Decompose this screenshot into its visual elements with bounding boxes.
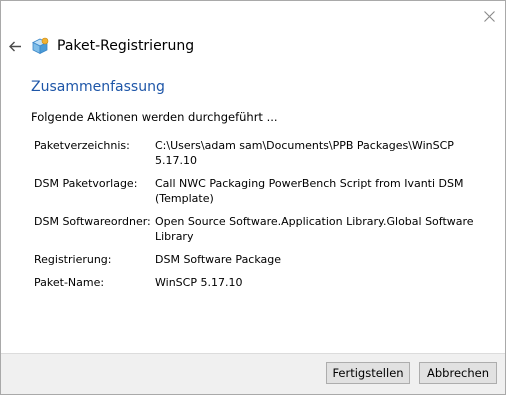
- detail-label: Paket-Name:: [34, 276, 105, 289]
- detail-label: DSM Paketvorlage:: [34, 177, 138, 190]
- intro-text: Folgende Aktionen werden durchgeführt ..…: [31, 110, 278, 124]
- detail-value: Call NWC Packaging PowerBench Script fro…: [155, 177, 464, 205]
- cancel-button[interactable]: Abbrechen: [419, 362, 497, 384]
- detail-value: WinSCP 5.17.10: [155, 276, 243, 289]
- close-button[interactable]: [481, 8, 497, 24]
- section-heading: Zusammenfassung: [31, 79, 165, 95]
- dialog-window: Paket-Registrierung Zusammenfassung Folg…: [0, 0, 506, 395]
- detail-row-package-template: DSM Paketvorlage: Call NWC Packaging Pow…: [34, 176, 474, 206]
- detail-row-software-folder: DSM Softwareordner: Open Source Software…: [34, 214, 474, 244]
- dialog-footer: Fertigstellen Abbrechen: [1, 353, 505, 394]
- detail-label: Registrierung:: [34, 253, 112, 266]
- finish-button[interactable]: Fertigstellen: [326, 362, 410, 384]
- detail-value: C:\Users\adam sam\Documents\PPB Packages…: [155, 139, 454, 167]
- detail-label: DSM Softwareordner:: [34, 215, 151, 228]
- back-arrow-icon: [8, 41, 21, 51]
- window-title: Paket-Registrierung: [57, 38, 195, 54]
- detail-row-package-directory: Paketverzeichnis: C:\Users\adam sam\Docu…: [34, 138, 474, 168]
- detail-value: DSM Software Package: [155, 253, 282, 266]
- detail-row-package-name: Paket-Name: WinSCP 5.17.10: [34, 275, 474, 290]
- dialog-header: Paket-Registrierung: [7, 35, 194, 57]
- close-icon: [483, 10, 495, 22]
- detail-row-registration: Registrierung: DSM Software Package: [34, 252, 474, 267]
- detail-value: Open Source Software.Application Library…: [155, 215, 474, 243]
- back-button[interactable]: [7, 38, 23, 54]
- detail-label: Paketverzeichnis:: [34, 139, 130, 152]
- package-icon: [31, 37, 49, 55]
- summary-details: Paketverzeichnis: C:\Users\adam sam\Docu…: [34, 138, 474, 298]
